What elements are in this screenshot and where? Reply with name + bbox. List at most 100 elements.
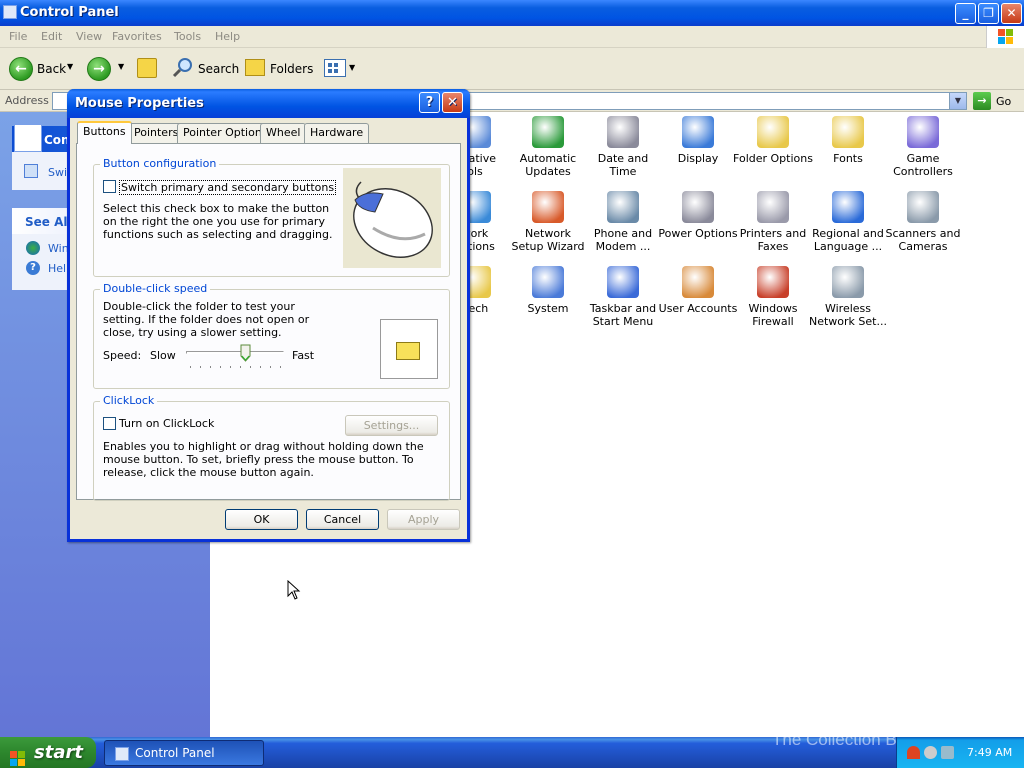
cp-item[interactable]: Network Setup Wizard <box>508 191 588 253</box>
firewall-icon <box>757 266 789 298</box>
cp-item-label: Regional and Language ... <box>812 227 884 253</box>
start-button[interactable]: start <box>0 737 96 768</box>
control-panel-icon <box>14 124 42 152</box>
views-dropdown-icon[interactable]: ▼ <box>349 63 355 72</box>
windows-logo-icon <box>986 26 1024 48</box>
control-panel-icon <box>3 5 17 19</box>
cp-item-label: Scanners and Cameras <box>885 227 961 253</box>
folders-button[interactable]: Folders <box>270 62 313 76</box>
speed-slider-track[interactable] <box>186 351 284 354</box>
dialog-title: Mouse Properties <box>75 96 204 111</box>
forward-arrow-icon[interactable]: → <box>87 57 111 81</box>
dialog-title-bar[interactable]: Mouse Properties ? ✕ <box>67 89 470 118</box>
cp-item[interactable]: Windows Firewall <box>733 266 813 328</box>
menu-tools[interactable]: Tools <box>174 30 201 43</box>
cp-item-label: Network Setup Wizard <box>511 227 585 253</box>
button-configuration-group: Button configuration Switch primary and … <box>93 157 450 277</box>
safely-remove-icon[interactable] <box>924 746 937 759</box>
menu-bar: File Edit View Favorites Tools Help <box>0 26 1024 48</box>
menu-help[interactable]: Help <box>215 30 240 43</box>
user-accounts-icon <box>682 266 714 298</box>
test-area[interactable] <box>380 319 438 379</box>
cp-item[interactable]: Date and Time <box>583 116 663 178</box>
cp-item-label: User Accounts <box>658 302 738 315</box>
mouse-properties-dialog: Mouse Properties ? ✕ Buttons Pointers Po… <box>67 89 470 542</box>
network-setup-icon <box>532 191 564 223</box>
mouse-illustration-icon <box>343 168 441 268</box>
double-click-description: Double-click the folder to test your set… <box>103 300 310 339</box>
clock[interactable]: 7:49 AM <box>967 737 1012 768</box>
go-button[interactable]: Go <box>996 95 1011 108</box>
date-time-icon <box>607 116 639 148</box>
cp-item[interactable]: Regional and Language ... <box>808 191 888 253</box>
close-button[interactable]: ✕ <box>1001 3 1022 24</box>
cp-item[interactable]: User Accounts <box>658 266 738 315</box>
back-button[interactable]: Back <box>37 62 66 76</box>
cp-item[interactable]: Folder Options <box>733 116 813 165</box>
menu-file[interactable]: File <box>9 30 27 43</box>
volume-icon[interactable] <box>941 746 954 759</box>
clicklock-checkbox[interactable] <box>103 417 116 430</box>
folders-icon[interactable] <box>245 59 265 76</box>
forward-dropdown-icon[interactable]: ▼ <box>118 62 124 71</box>
tab-buttons[interactable]: Buttons <box>77 121 132 144</box>
back-arrow-icon[interactable]: ← <box>9 57 33 81</box>
clicklock-label[interactable]: Turn on ClickLock <box>119 417 214 430</box>
tab-pointers[interactable]: Pointers <box>128 123 185 143</box>
cp-item[interactable]: Wireless Network Set... <box>808 266 888 328</box>
tab-hardware[interactable]: Hardware <box>304 123 370 143</box>
ok-button[interactable]: OK <box>225 509 298 530</box>
taskbar-item-control-panel[interactable]: Control Panel <box>104 740 264 766</box>
apply-button[interactable]: Apply <box>387 509 460 530</box>
phone-modem-icon <box>607 191 639 223</box>
go-arrow-icon[interactable]: → <box>973 92 991 110</box>
menu-edit[interactable]: Edit <box>41 30 62 43</box>
fonts-icon <box>832 116 864 148</box>
speed-slider-ticks <box>190 366 282 368</box>
cp-item[interactable]: System <box>508 266 588 315</box>
cancel-button[interactable]: Cancel <box>306 509 379 530</box>
system-icon <box>532 266 564 298</box>
speed-slider-thumb[interactable] <box>240 344 251 362</box>
restore-button[interactable]: ❐ <box>978 3 999 24</box>
search-button[interactable]: Search <box>198 62 239 76</box>
buttons-tab-panel: Button configuration Switch primary and … <box>76 143 461 501</box>
switch-buttons-label[interactable]: Switch primary and secondary buttons <box>119 180 337 195</box>
cp-item[interactable]: Fonts <box>808 116 888 165</box>
views-icon[interactable] <box>324 59 346 77</box>
clicklock-settings-button[interactable]: Settings... <box>345 415 438 436</box>
cp-item[interactable]: Game Controllers <box>883 116 963 178</box>
security-shield-icon[interactable] <box>907 746 920 759</box>
cp-item[interactable]: Display <box>658 116 738 165</box>
cp-item[interactable]: Automatic Updates <box>508 116 588 178</box>
switch-buttons-checkbox[interactable] <box>103 180 116 193</box>
cp-item[interactable]: Power Options <box>658 191 738 240</box>
test-folder-icon[interactable] <box>396 342 420 360</box>
window-title-bar[interactable]: Control Panel _ ❐ ✕ <box>0 0 1024 26</box>
windows-update-link[interactable]: Win <box>48 242 69 255</box>
menu-favorites[interactable]: Favorites <box>112 30 162 43</box>
cp-item[interactable]: Taskbar and Start Menu <box>583 266 663 328</box>
back-dropdown-icon[interactable]: ▼ <box>67 62 73 71</box>
cp-item-label: Power Options <box>658 227 738 240</box>
display-icon <box>682 116 714 148</box>
tab-wheel[interactable]: Wheel <box>260 123 307 143</box>
speed-label: Speed: <box>103 349 142 362</box>
help-icon: ? <box>26 261 40 275</box>
cp-item[interactable]: Printers and Faxes <box>733 191 813 253</box>
cp-item-label: Windows Firewall <box>748 302 798 328</box>
switch-view-link[interactable]: Swi <box>48 166 67 179</box>
dialog-close-button[interactable]: ✕ <box>442 92 463 113</box>
address-dropdown-icon[interactable]: ▼ <box>949 93 966 109</box>
double-click-speed-group: Double-click speed Double-click the fold… <box>93 282 450 389</box>
menu-view[interactable]: View <box>76 30 102 43</box>
cp-item-label: Date and Time <box>597 152 649 178</box>
search-icon[interactable] <box>172 56 194 78</box>
cp-item-label: Fonts <box>833 152 863 165</box>
minimize-button[interactable]: _ <box>955 3 976 24</box>
cp-item[interactable]: Phone and Modem ... <box>583 191 663 253</box>
windows-update-icon <box>26 241 40 255</box>
cp-item[interactable]: Scanners and Cameras <box>883 191 963 253</box>
help-button[interactable]: ? <box>419 92 440 113</box>
folder-up-icon[interactable] <box>137 58 157 78</box>
